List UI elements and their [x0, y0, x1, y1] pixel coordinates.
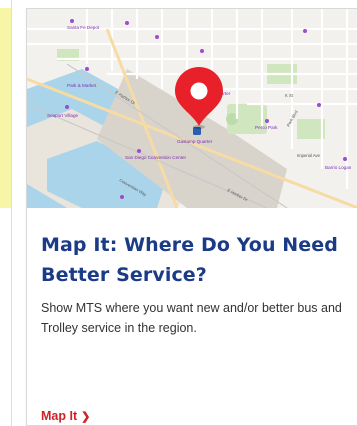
- map-it-link[interactable]: Map It ❯: [41, 409, 90, 423]
- card-description: Show MTS where you want new and/or bette…: [41, 301, 342, 335]
- poi-label: Santa Fe Depot: [67, 25, 100, 30]
- poi-label: Barrio Logan: [325, 165, 352, 170]
- card-title: Map It: Where Do You Need Better Service…: [41, 234, 338, 286]
- map-it-label: Map It: [41, 409, 78, 423]
- poi-label: Petco Park: [255, 125, 278, 130]
- adjacent-card: [0, 0, 12, 426]
- poi-label: Park & Market: [67, 83, 97, 88]
- poi-label: Seaport Village: [47, 113, 79, 118]
- adjacent-card-border: [11, 0, 12, 426]
- service-map-card: E Harbor Dr Imperial Ave K St Park Blvd …: [26, 8, 357, 426]
- map-thumbnail[interactable]: E Harbor Dr Imperial Ave K St Park Blvd …: [27, 9, 357, 208]
- station-label: Gaslamp Quarter: [177, 139, 213, 144]
- street-label: K St: [285, 93, 294, 98]
- chevron-right-icon: ❯: [81, 410, 91, 423]
- street-label: Imperial Ave: [297, 153, 321, 158]
- map-image: E Harbor Dr Imperial Ave K St Park Blvd …: [27, 9, 357, 208]
- poi-label: San Diego Convention Center: [125, 155, 187, 160]
